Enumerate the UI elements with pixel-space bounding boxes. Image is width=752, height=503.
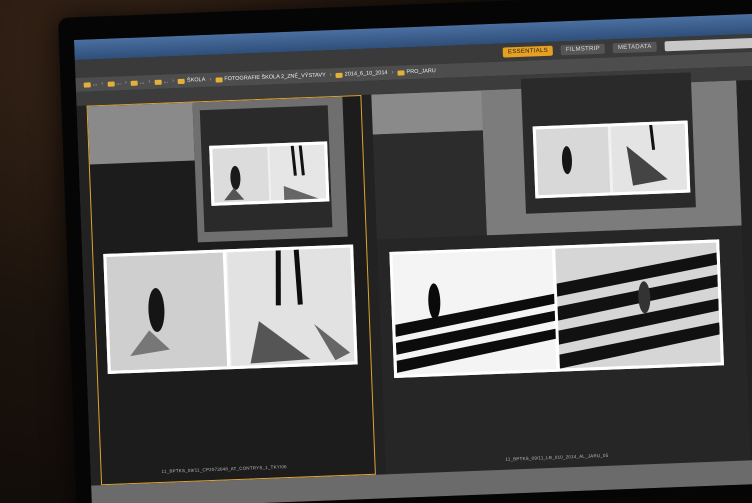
- path-label: ...: [163, 78, 169, 85]
- workspace-metadata-button[interactable]: METADATA: [612, 41, 657, 54]
- path-label: ŠKOLA: [186, 76, 206, 84]
- thumbnail-right[interactable]: 11_BPTKS_09/11_LB_010_2014_AL_JARU_05: [371, 72, 751, 475]
- path-label: ...: [92, 81, 98, 88]
- photo-preview-large: [103, 244, 358, 374]
- search-input[interactable]: [664, 37, 752, 52]
- path-item[interactable]: ...: [83, 81, 98, 88]
- photo-image: [392, 242, 721, 375]
- photo-image: [535, 123, 688, 196]
- chevron-right-icon: ›: [101, 80, 104, 87]
- folder-icon: [397, 69, 405, 76]
- folder-icon: [215, 76, 223, 83]
- workspace-filmstrip-button[interactable]: FILMSTRIP: [560, 43, 606, 56]
- path-label: 2014_6_10_2014: [344, 69, 388, 78]
- path-item[interactable]: ...: [107, 80, 121, 87]
- path-item-current[interactable]: PRO_JARU: [397, 68, 436, 75]
- chevron-right-icon: ›: [209, 76, 212, 83]
- chevron-right-icon: ›: [124, 80, 127, 87]
- chevron-right-icon: ›: [171, 78, 175, 85]
- content-panel: 11_BPTKS_09/11_CP2073048_AT_CONTRYS_1_TK…: [76, 72, 752, 503]
- layout-dark-block: [372, 130, 487, 240]
- photo-preview-large: [389, 239, 724, 378]
- folder-icon: [335, 72, 343, 78]
- path-label: ...: [116, 80, 121, 87]
- path-item[interactable]: ...: [154, 78, 168, 85]
- folder-icon: [130, 80, 138, 86]
- photo-image: [212, 144, 327, 203]
- path-item[interactable]: 2014_6_10_2014: [335, 69, 388, 78]
- path-label: ...: [139, 79, 145, 86]
- folder-icon: [177, 78, 186, 84]
- folder-icon: [154, 79, 162, 85]
- path-item[interactable]: ...: [130, 79, 145, 86]
- path-label: PRO_JARU: [406, 68, 436, 76]
- folder-icon: [107, 80, 115, 87]
- path-item[interactable]: FOTOGRAFIE ŠKOLA 2_ZNÉ_VÝSTAVY: [215, 72, 326, 82]
- photo-preview-small: [532, 120, 691, 199]
- photo-image: [106, 247, 355, 371]
- thumbnail-filename: 11_BPTKS_09/11_CP2073048_AT_CONTRYS_1_TK…: [161, 464, 287, 474]
- chevron-right-icon: ›: [391, 69, 394, 76]
- thumbnail-left-selected[interactable]: 11_BPTKS_09/11_CP2073048_AT_CONTRYS_1_TK…: [86, 95, 376, 486]
- path-item[interactable]: ŠKOLA: [177, 76, 206, 84]
- chevron-right-icon: ›: [329, 72, 332, 79]
- workspace-essentials-button[interactable]: ESSENTIALS: [502, 45, 554, 58]
- folder-icon: [83, 81, 91, 88]
- thumbnail-filename: 11_BPTKS_09/11_LB_010_2014_AL_JARU_05: [505, 452, 609, 462]
- photo-preview-small: [209, 141, 330, 206]
- chevron-right-icon: ›: [148, 79, 151, 86]
- layout-grey-block: [87, 102, 195, 165]
- path-label: FOTOGRAFIE ŠKOLA 2_ZNÉ_VÝSTAVY: [224, 72, 326, 83]
- bridge-window: ESSENTIALS FILMSTRIP METADATA ... › ... …: [74, 13, 752, 503]
